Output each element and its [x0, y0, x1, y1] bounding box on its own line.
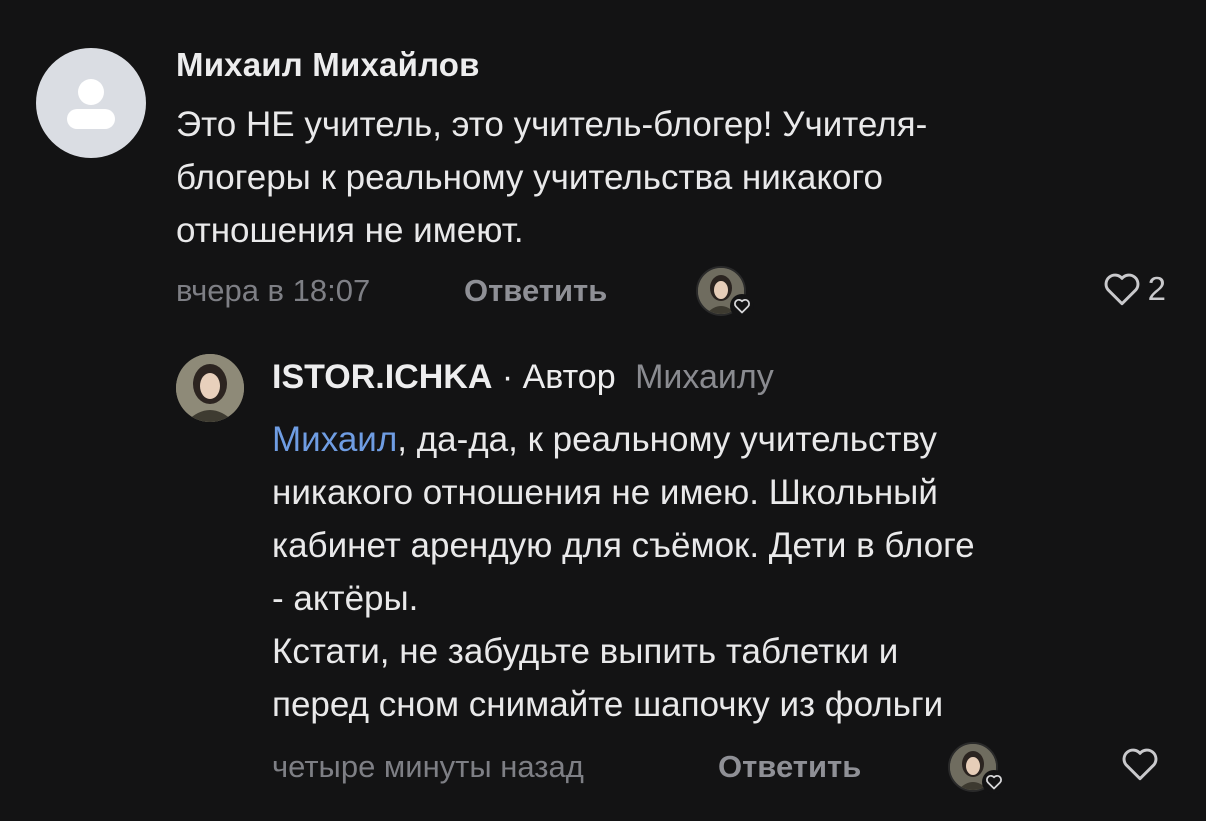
heart-outline-icon: [1104, 273, 1140, 306]
reply-author-name[interactable]: ISTOR.ICHKA: [272, 358, 492, 396]
avatar[interactable]: [176, 354, 244, 422]
separator-dot: ·: [501, 358, 514, 396]
reply-text: Михаил, да-да, к реальному учительству н…: [272, 413, 1172, 731]
reply-button[interactable]: Ответить: [464, 273, 607, 309]
like-button[interactable]: 2: [1102, 270, 1166, 308]
comment-text: Это НЕ учитель, это учитель-блогер! Учит…: [176, 105, 928, 250]
mention-link[interactable]: Михаил: [272, 420, 397, 459]
reply-text-body: , да-да, к реальному учительству никаког…: [272, 420, 975, 724]
comment-author-name[interactable]: Михаил Михайлов: [176, 46, 480, 84]
comment-meta: вчера в 18:07 Ответить 2: [176, 266, 1166, 318]
reply-meta: четыре минуты назад Ответить: [272, 742, 1166, 794]
reply-button[interactable]: Ответить: [718, 749, 861, 785]
comment-timestamp: вчера в 18:07: [176, 273, 371, 308]
heart-outline-icon: [982, 770, 1006, 794]
reply-timestamp: четыре минуты назад: [272, 749, 584, 784]
reply-to-link[interactable]: Михаилу: [635, 358, 774, 396]
avatar[interactable]: [36, 48, 146, 158]
heart-outline-icon: [1122, 748, 1158, 781]
person-silhouette-icon: [67, 79, 115, 129]
heart-outline-icon: [730, 294, 754, 318]
like-button[interactable]: [1120, 746, 1166, 782]
author-badge: Автор: [522, 358, 616, 396]
like-count: 2: [1147, 270, 1166, 307]
author-liked-indicator: [696, 266, 754, 318]
author-liked-indicator: [948, 742, 1006, 794]
reply-header: ISTOR.ICHKA · Автор Михаилу: [272, 358, 774, 397]
